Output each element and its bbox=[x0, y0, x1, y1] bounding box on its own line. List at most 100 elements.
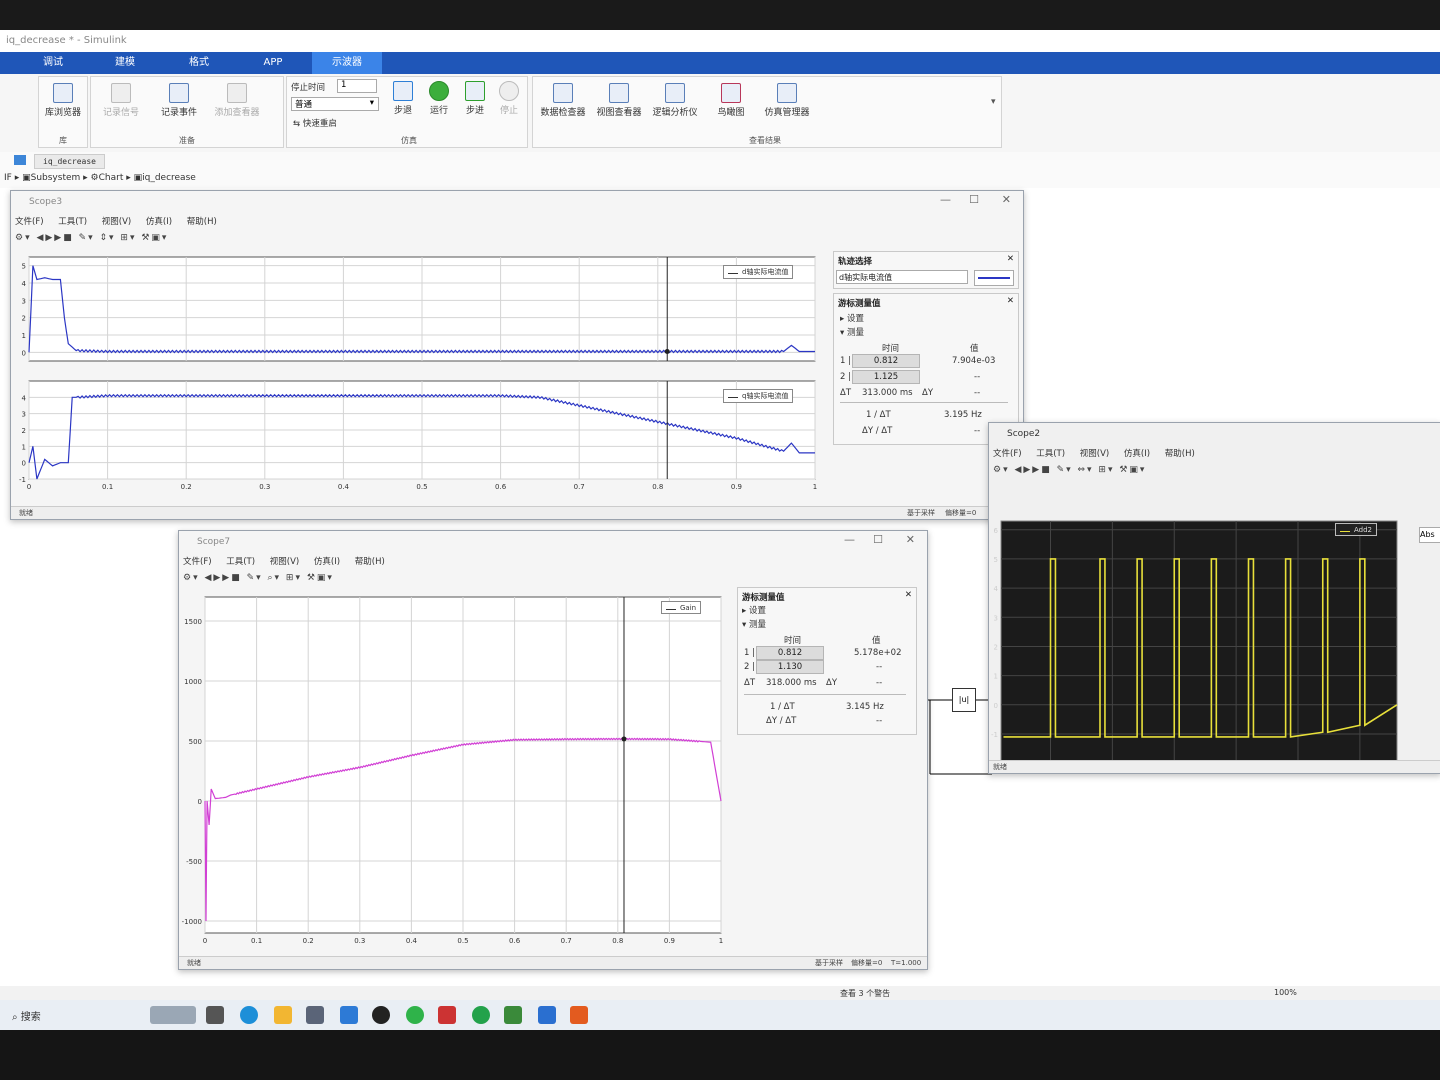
cursor-panel-title: 游标测量值 bbox=[742, 593, 785, 603]
scope7-legend[interactable]: Gain bbox=[661, 601, 702, 614]
tab-modeling[interactable]: 建模 bbox=[92, 52, 158, 74]
scope7-status: 就绪 基于采样 偏移量=0 T=1.000 bbox=[179, 956, 927, 969]
model-tab[interactable]: iq_decrease bbox=[34, 154, 105, 169]
breadcrumb-item[interactable]: IF bbox=[4, 173, 12, 183]
close-icon[interactable]: ✕ bbox=[906, 533, 915, 546]
measure-section[interactable]: ▾ 测量 bbox=[840, 326, 864, 338]
y-tick-label: 5 bbox=[22, 263, 26, 271]
birds-eye-button[interactable]: 鸟瞰图 bbox=[703, 83, 759, 118]
minimize-icon[interactable]: — bbox=[844, 533, 855, 546]
qq-icon[interactable] bbox=[372, 1006, 390, 1024]
sample-based-status: 基于采样 bbox=[907, 509, 935, 517]
stop-time-input[interactable]: 1 bbox=[337, 79, 377, 93]
app-icon[interactable] bbox=[438, 1006, 456, 1024]
trace-select[interactable]: d轴实际电流值 bbox=[836, 270, 968, 284]
scope3-toolbar[interactable]: ⚙▾ ◀▶▶■ ✎▾ ⇕▾ ⊞▾ ⚒▣▾ bbox=[15, 233, 168, 249]
library-browser-button[interactable]: 库浏览器 bbox=[35, 83, 91, 118]
search-box[interactable]: ⌕ 搜索 bbox=[12, 1008, 41, 1023]
abs-block[interactable]: |u| bbox=[952, 688, 976, 712]
warnings-link[interactable]: 查看 3 个警告 bbox=[840, 988, 890, 999]
menu-tools[interactable]: 工具(T) bbox=[226, 557, 255, 567]
record-event-icon bbox=[169, 83, 189, 103]
breadcrumb-item[interactable]: Chart bbox=[99, 173, 124, 183]
menu-file[interactable]: 文件(F) bbox=[183, 557, 212, 567]
matlab-icon[interactable] bbox=[570, 1006, 588, 1024]
mail-icon[interactable] bbox=[340, 1006, 358, 1024]
menu-view[interactable]: 视图(V) bbox=[1080, 449, 1109, 459]
fast-restart-toggle[interactable]: ⇆ 快速重启 bbox=[293, 117, 337, 129]
tab-debug[interactable]: 调试 bbox=[20, 52, 86, 74]
app-icon[interactable] bbox=[504, 1006, 522, 1024]
scope3-title: Scope3 bbox=[29, 197, 63, 207]
sim-mode-select[interactable]: 普通 ▾ bbox=[291, 97, 379, 111]
cursor-marker bbox=[621, 736, 627, 742]
menu-help[interactable]: 帮助(H) bbox=[187, 217, 217, 227]
close-icon[interactable]: ✕ bbox=[905, 590, 912, 600]
y-tick-label: 0 bbox=[198, 798, 202, 806]
close-icon[interactable]: ✕ bbox=[1007, 296, 1014, 306]
scope3-legend-bottom[interactable]: q轴实际电流值 bbox=[723, 389, 794, 403]
scope2-legend[interactable]: Add2 bbox=[1335, 523, 1378, 536]
sim-manager-button[interactable]: 仿真管理器 bbox=[759, 83, 815, 118]
store-icon[interactable] bbox=[306, 1006, 324, 1024]
tab-scope[interactable]: 示波器 bbox=[312, 52, 382, 74]
maximize-icon[interactable]: ☐ bbox=[969, 193, 979, 206]
measure-section[interactable]: ▾ 测量 bbox=[742, 618, 766, 630]
record-signal-button[interactable]: 记录信号 bbox=[93, 83, 149, 118]
stop-button[interactable]: 停止 bbox=[489, 81, 529, 116]
breadcrumb-item[interactable]: iq_decrease bbox=[142, 173, 196, 183]
menu-tools[interactable]: 工具(T) bbox=[1036, 449, 1065, 459]
step-back-button[interactable]: 步退 bbox=[383, 81, 423, 116]
maximize-icon[interactable]: ☐ bbox=[873, 533, 883, 546]
logic-analyzer-button[interactable]: 逻辑分析仪 bbox=[647, 83, 703, 118]
app-icon[interactable] bbox=[538, 1006, 556, 1024]
menu-file[interactable]: 文件(F) bbox=[15, 217, 44, 227]
weather-widget-icon[interactable] bbox=[150, 1006, 196, 1024]
breadcrumb-item[interactable]: Subsystem bbox=[31, 173, 81, 183]
scope2-toolbar[interactable]: ⚙▾ ◀▶▶■ ✎▾ ⇔▾ ⊞▾ ⚒▣▾ bbox=[993, 465, 1146, 481]
cursor2-value: -- bbox=[974, 372, 981, 382]
record-event-button[interactable]: 记录事件 bbox=[151, 83, 207, 118]
trace-color-swatch[interactable] bbox=[974, 270, 1014, 286]
file-explorer-icon[interactable] bbox=[274, 1006, 292, 1024]
offset-status: 偏移量=0 bbox=[851, 959, 883, 967]
tab-app[interactable]: APP bbox=[240, 52, 306, 74]
edge-browser-icon[interactable] bbox=[240, 1006, 258, 1024]
menu-help[interactable]: 帮助(H) bbox=[355, 557, 385, 567]
data-inspector-button[interactable]: 数据检查器 bbox=[535, 83, 591, 118]
settings-section[interactable]: ▸ 设置 bbox=[742, 604, 766, 616]
up-arrow-icon[interactable] bbox=[14, 155, 26, 165]
app-icon[interactable] bbox=[472, 1006, 490, 1024]
run-button[interactable]: 运行 bbox=[419, 81, 459, 116]
add-viewer-button[interactable]: 添加查看器 bbox=[209, 83, 265, 118]
cursor1-time[interactable]: 0.812 bbox=[756, 646, 824, 660]
monitor-bezel bbox=[0, 1030, 1440, 1080]
menu-simulation[interactable]: 仿真(I) bbox=[314, 557, 340, 567]
close-icon[interactable]: ✕ bbox=[1002, 193, 1011, 206]
tab-format[interactable]: 格式 bbox=[166, 52, 232, 74]
scope7-toolbar[interactable]: ⚙▾ ◀▶▶■ ✎▾ ⌕▾ ⊞▾ ⚒▣▾ bbox=[183, 573, 334, 589]
settings-section[interactable]: ▸ 设置 bbox=[840, 312, 864, 324]
menu-tools[interactable]: 工具(T) bbox=[58, 217, 87, 227]
menu-view[interactable]: 视图(V) bbox=[270, 557, 299, 567]
x-tick-label: 0.3 bbox=[259, 483, 270, 491]
menu-help[interactable]: 帮助(H) bbox=[1165, 449, 1195, 459]
trace-selection-panel: 轨迹选择 ✕ d轴实际电流值 bbox=[833, 251, 1019, 289]
menu-view[interactable]: 视图(V) bbox=[102, 217, 131, 227]
cursor2-time[interactable]: 1.130 bbox=[756, 660, 824, 674]
x-tick-label: 1 bbox=[719, 937, 723, 945]
stop-icon bbox=[499, 81, 519, 101]
ribbon-expand-icon[interactable]: ▾ bbox=[991, 97, 996, 107]
cursor1-time[interactable]: 0.812 bbox=[852, 354, 920, 368]
menu-simulation[interactable]: 仿真(I) bbox=[146, 217, 172, 227]
wechat-icon[interactable] bbox=[406, 1006, 424, 1024]
cursor2-time[interactable]: 1.125 bbox=[852, 370, 920, 384]
close-icon[interactable]: ✕ bbox=[1007, 254, 1014, 264]
task-view-icon[interactable] bbox=[206, 1006, 224, 1024]
scope3-legend-top[interactable]: d轴实际电流值 bbox=[723, 265, 794, 279]
y-tick-label: 0 bbox=[994, 702, 998, 710]
view-viewer-button[interactable]: 视图查看器 bbox=[591, 83, 647, 118]
minimize-icon[interactable]: — bbox=[940, 193, 951, 206]
menu-file[interactable]: 文件(F) bbox=[993, 449, 1022, 459]
menu-simulation[interactable]: 仿真(I) bbox=[1124, 449, 1150, 459]
